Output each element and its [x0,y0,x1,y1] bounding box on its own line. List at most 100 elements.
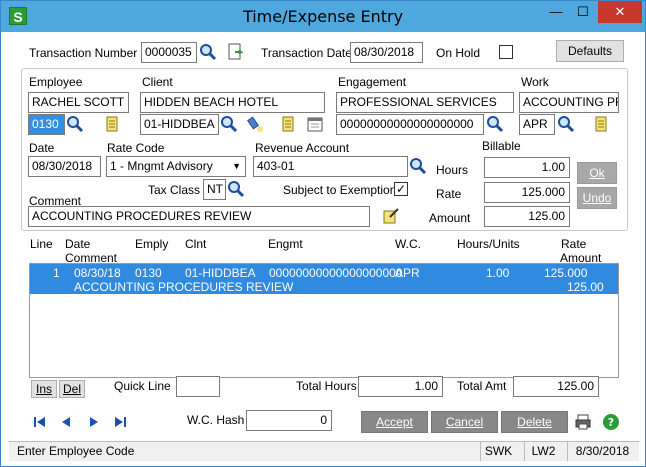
subject-to-exemption-checkbox[interactable]: ✓ [394,182,408,196]
search-icon[interactable] [227,180,245,198]
work-code-input[interactable]: APR [519,114,555,135]
client-label: Client [142,75,173,89]
col-hours-units: Hours/Units [457,237,520,251]
hours-label: Hours [436,163,469,177]
engagement-label: Engagement [338,75,407,89]
col-engmt: Engmt [268,237,303,251]
previous-record-icon[interactable] [57,413,75,431]
search-icon[interactable] [220,115,238,133]
last-record-icon[interactable] [111,413,129,431]
amount-input[interactable]: 125.00 [484,206,570,227]
engagement-name-field: PROFESSIONAL SERVICES [336,92,514,113]
on-hold-label: On Hold [436,46,481,60]
flashlight-icon[interactable] [247,115,265,133]
row-rate: 125.000 [544,266,588,280]
quick-line-input[interactable] [176,376,220,397]
insert-line-button[interactable]: Ins [31,380,57,398]
revenue-account-label: Revenue Account [255,141,350,155]
transaction-number-label: Transaction Number [29,46,138,60]
status-bar: Enter Employee Code SWK LW2 8/30/2018 [9,441,639,461]
work-label: Work [521,75,549,89]
title-bar: S Time/Expense Entry — ☐ ✕ [1,1,645,32]
cancel-button[interactable]: Cancel [431,411,498,433]
undo-button[interactable]: Undo [577,187,617,209]
total-hours-label: Total Hours [296,379,357,393]
next-number-icon[interactable] [227,43,245,61]
work-name-field: ACCOUNTING PROC [519,92,619,113]
total-hours-field: 1.00 [358,376,443,397]
comment-input[interactable]: ACCOUNTING PROCEDURES REVIEW [28,206,370,227]
wc-hash-field: 0 [246,410,332,431]
row-emply: 0130 [135,266,162,280]
accept-button[interactable]: Accept [361,411,428,433]
rate-code-select[interactable]: 1 - Mngmt Advisory ▼ [106,156,246,177]
status-company: SWK [480,442,516,461]
employee-name-field: RACHEL SCOTT [28,92,129,113]
amount-label: Amount [429,211,471,225]
revenue-account-input[interactable]: 403-01 [253,156,408,177]
employee-code-input[interactable]: 0130 [28,114,65,135]
row-hours: 1.00 [486,266,510,280]
wc-hash-label: W.C. Hash [187,413,245,427]
client-code-input[interactable]: 01-HIDDBEA [140,114,219,135]
rate-input[interactable]: 125.000 [484,182,570,203]
status-server: LW2 [524,442,562,461]
engagement-code-input[interactable]: 00000000000000000000 [336,114,484,135]
calendar-icon[interactable] [306,115,324,133]
on-hold-checkbox[interactable] [499,45,513,59]
row-engmt: 00000000000000000000 [269,266,403,280]
col-line: Line [30,237,53,251]
row-date: 08/30/18 [74,266,121,280]
tax-class-label: Tax Class [148,183,201,197]
delete-button[interactable]: Delete [501,411,568,433]
subject-to-exemption-label: Subject to Exemption [283,183,397,197]
edit-note-icon[interactable] [382,207,400,225]
table-row[interactable]: 1 08/30/18 0130 01-HIDDBEA 0000000000000… [30,264,618,294]
col-wc: W.C. [395,237,421,251]
col-emply: Emply [135,237,169,251]
row-line: 1 [53,266,60,280]
help-icon[interactable]: ? [602,413,620,431]
quick-line-label: Quick Line [114,379,171,393]
row-amount: 125.00 [567,280,604,294]
close-button[interactable]: ✕ [598,1,642,23]
col-clnt: Clnt [185,237,207,251]
memo-icon[interactable] [279,115,297,133]
search-icon[interactable] [199,43,217,61]
status-message: Enter Employee Code [17,444,135,458]
date-label: Date [29,141,55,155]
defaults-button[interactable]: Defaults [556,40,624,62]
search-icon[interactable] [557,115,575,133]
next-record-icon[interactable] [85,413,103,431]
row-wc: APR [395,266,420,280]
col-rate: Rate [561,237,587,251]
search-icon[interactable] [66,115,84,133]
billable-label: Billable [482,139,521,153]
printer-icon[interactable] [574,413,592,431]
total-amt-label: Total Amt [457,379,507,393]
date-input[interactable]: 08/30/2018 [28,156,101,177]
first-record-icon[interactable] [31,413,49,431]
window: S Time/Expense Entry — ☐ ✕ Transaction N… [0,0,646,467]
transaction-number-input[interactable]: 0000035 [141,42,197,63]
search-icon[interactable] [486,115,504,133]
maximize-button[interactable]: ☐ [567,1,599,23]
col-date: Date [65,237,91,251]
rate-label: Rate [436,187,462,201]
svg-text:?: ? [608,416,614,429]
memo-icon[interactable] [103,115,121,133]
total-amt-field: 125.00 [513,376,599,397]
delete-line-button[interactable]: Del [59,380,85,398]
row-clnt: 01-HIDDBEA [185,266,256,280]
lines-grid[interactable]: 1 08/30/18 0130 01-HIDDBEA 0000000000000… [29,263,619,378]
transaction-date-input[interactable]: 08/30/2018 [350,42,423,63]
rate-code-label: Rate Code [107,141,165,155]
ok-button[interactable]: Ok [577,162,617,184]
hours-input[interactable]: 1.00 [484,157,570,178]
transaction-date-label: Transaction Date [261,46,352,60]
memo-icon[interactable] [592,115,610,133]
row-comment: ACCOUNTING PROCEDURES REVIEW [74,280,294,294]
tax-class-input[interactable]: NT [203,179,226,200]
search-icon[interactable] [409,157,427,175]
client-name-field: HIDDEN BEACH HOTEL [140,92,325,113]
